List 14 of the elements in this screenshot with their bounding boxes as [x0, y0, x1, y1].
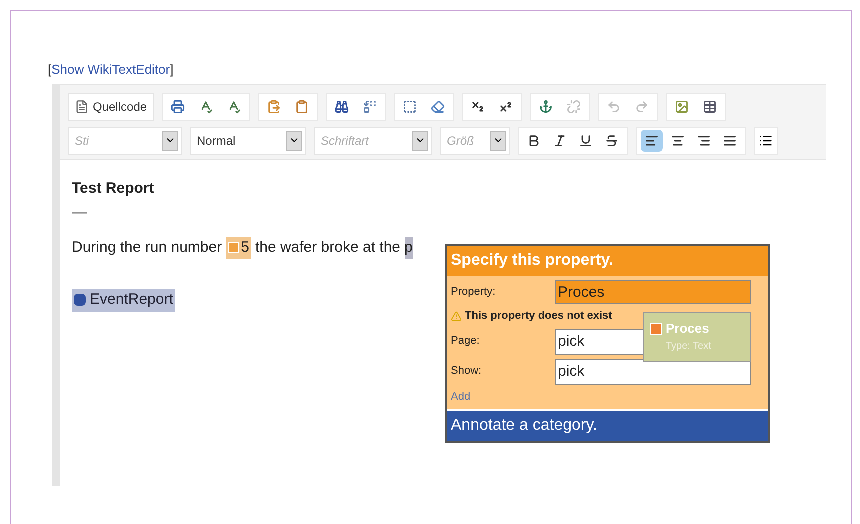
bracket: [	[48, 61, 52, 79]
paragraph-text: During the run number	[72, 238, 222, 258]
bracket: ]	[170, 61, 174, 79]
horizontal-rule: —	[72, 203, 88, 223]
field-label: Property:	[451, 284, 497, 300]
document-title: Test Report	[72, 178, 156, 198]
warning-text: This property does not exist	[465, 309, 612, 324]
paragraph-text: the wafer broke at the	[255, 238, 401, 258]
suggestion-name: Proces	[666, 320, 710, 338]
selected-text: p	[404, 236, 413, 259]
field-label: Show:	[451, 364, 483, 380]
suggestion-type: Type: Text	[665, 340, 712, 354]
popup-header: Specify this property.	[447, 246, 768, 276]
field-label: Page:	[451, 334, 481, 350]
